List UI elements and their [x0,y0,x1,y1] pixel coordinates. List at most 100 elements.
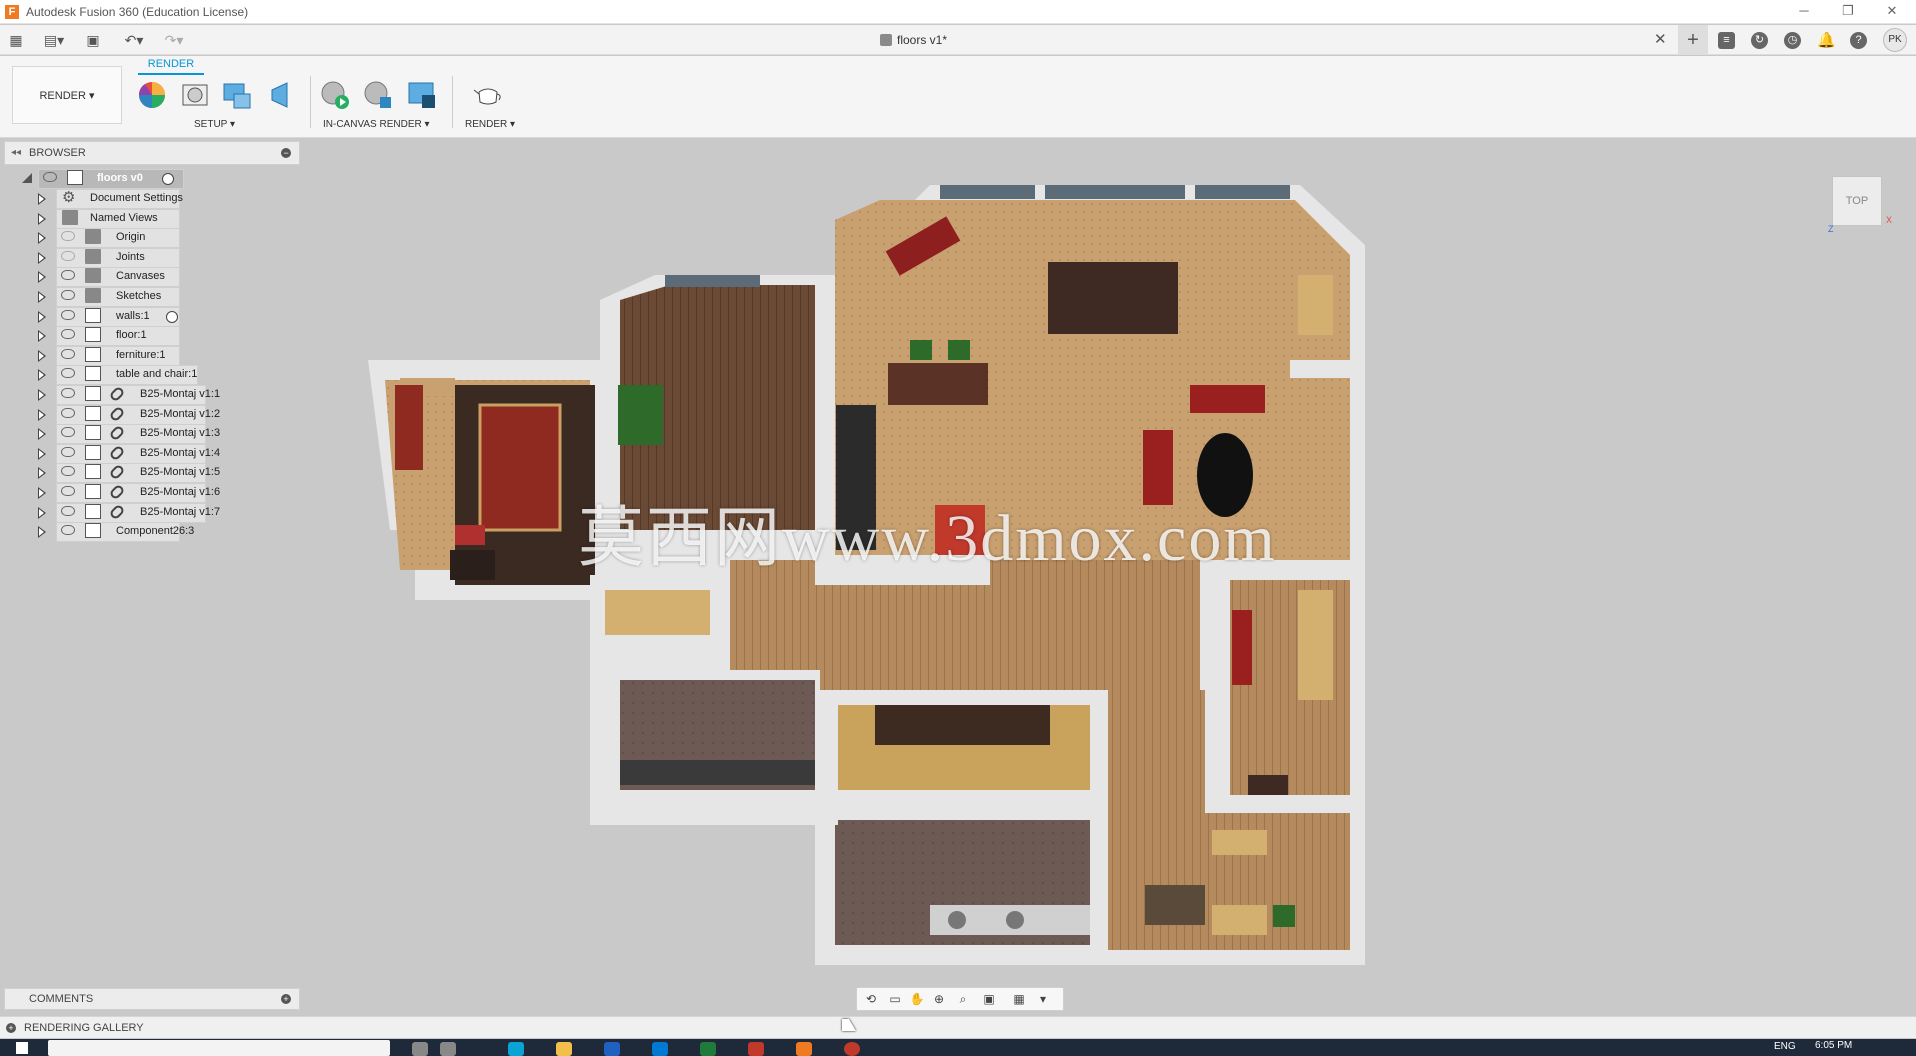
expand-triangle-icon[interactable] [38,310,46,323]
undo-icon[interactable]: ↶▾ [118,31,150,49]
visibility-eye-icon[interactable] [61,427,75,438]
rendering-gallery-bar[interactable]: + RENDERING GALLERY [0,1016,1916,1038]
task-view-icon[interactable] [412,1042,428,1056]
expand-triangle-icon[interactable] [38,232,46,245]
close-window-button[interactable]: ✕ [1870,0,1914,24]
capture-image-icon[interactable] [407,80,437,110]
expand-triangle-icon[interactable] [38,369,46,382]
texture-map-icon[interactable] [267,80,297,110]
setup-group-label[interactable]: SETUP ▾ [194,119,235,130]
save-icon[interactable]: ▣ [84,31,102,49]
zoom-icon[interactable]: ⊕ [931,992,947,1007]
visibility-eye-icon[interactable] [61,525,75,536]
taskbar-clock[interactable]: 6:05 PM [1815,1040,1852,1051]
browser-item-label: Named Views [90,211,158,224]
browser-title: BROWSER [29,147,86,159]
expand-triangle-icon[interactable] [38,271,46,284]
visibility-eye-icon[interactable] [61,290,75,300]
taskbar-app-icon[interactable] [440,1042,456,1056]
redo-icon[interactable]: ↷▾ [158,31,190,49]
help-icon[interactable]: ? [1850,32,1867,49]
decal-icon[interactable] [222,80,252,110]
file-explorer-icon[interactable] [556,1042,572,1056]
visibility-eye-icon[interactable] [61,388,75,398]
visibility-eye-icon[interactable] [61,446,75,457]
viewports-icon[interactable]: ▾ [1035,992,1051,1007]
gallery-toggle-icon[interactable]: + [6,1023,16,1033]
expand-triangle-icon[interactable] [38,193,46,205]
store-icon[interactable] [604,1042,620,1056]
expand-triangle-icon[interactable] [38,408,46,421]
expand-triangle-icon[interactable] [38,506,46,519]
expand-triangle-icon[interactable] [38,330,46,343]
expand-triangle-icon[interactable] [38,212,46,225]
browser-pin-icon[interactable]: − [281,148,291,158]
render-group-label[interactable]: RENDER ▾ [465,119,515,130]
in-canvas-render-settings-icon[interactable] [363,80,393,110]
browser-item[interactable]: Component26:3 [0,521,300,543]
data-panel-grid-icon[interactable]: ▦ [8,31,24,49]
edge-icon[interactable] [508,1042,524,1056]
expand-triangle-icon[interactable] [38,349,46,362]
job-clock-icon[interactable]: ◷ [1784,32,1801,49]
minimize-button[interactable]: ─ [1782,0,1826,24]
comments-panel[interactable]: COMMENTS + [4,988,300,1010]
language-indicator[interactable]: ENG [1774,1041,1796,1052]
in-canvas-render-group-label[interactable]: IN-CANVAS RENDER ▾ [323,119,430,130]
visibility-eye-icon[interactable] [61,309,75,320]
visibility-eye-icon[interactable] [61,407,75,418]
expand-triangle-icon[interactable] [38,251,46,264]
new-tab-button[interactable]: + [1678,25,1708,55]
in-canvas-render-start-icon[interactable] [320,80,350,110]
orbit-icon[interactable]: ⟲ [863,992,879,1007]
visibility-eye-icon[interactable] [61,250,75,261]
pan-hand-icon[interactable]: ✋ [909,992,925,1007]
job-status-icon[interactable]: ≡ [1718,32,1735,49]
visibility-eye-icon[interactable] [61,505,75,516]
browser-header[interactable]: ◂◂ BROWSER − [4,141,300,165]
user-avatar[interactable]: PK [1883,28,1907,52]
activate-radio-icon[interactable] [162,173,174,185]
expand-triangle-icon[interactable] [38,428,46,441]
appearance-icon[interactable] [137,80,167,110]
grid-settings-icon[interactable]: ▦ [1011,992,1027,1007]
add-comment-icon[interactable]: + [281,994,291,1004]
windows-start-icon[interactable] [16,1042,28,1054]
render-teapot-icon[interactable] [473,80,503,110]
browser-item-label: B25-Montaj v1:2 [140,407,221,420]
expanded-triangle-icon[interactable] [22,173,32,183]
visibility-eye-icon[interactable] [61,231,75,242]
display-settings-icon[interactable]: ▣ [981,992,997,1007]
taskbar-search-box[interactable] [48,1040,390,1056]
browser-root[interactable]: floors v0 [0,168,300,190]
activate-radio-icon[interactable] [166,310,178,323]
restore-button[interactable]: ❐ [1826,0,1870,24]
fit-icon[interactable]: ⌕ [955,992,971,1007]
expand-triangle-icon[interactable] [38,447,46,460]
taskbar-app-icon[interactable] [844,1042,860,1056]
look-at-icon[interactable]: ▭ [887,992,903,1007]
fusion-360-taskbar-icon[interactable] [796,1042,812,1056]
expand-triangle-icon[interactable] [38,526,46,539]
visibility-eye-icon[interactable] [61,486,75,496]
close-tab-icon[interactable]: ✕ [1654,30,1667,48]
visibility-eye-icon[interactable] [61,348,75,359]
expand-triangle-icon[interactable] [38,291,46,303]
view-cube[interactable]: TOP [1832,176,1882,226]
notifications-bell-icon[interactable]: 🔔 [1817,32,1836,49]
visibility-eye-icon[interactable] [43,172,57,182]
taskbar-app-icon[interactable] [748,1042,764,1056]
expand-triangle-icon[interactable] [38,389,46,401]
document-tab[interactable]: floors v1* [880,25,947,55]
workspace-switcher-button[interactable]: RENDER ▾ [12,66,122,124]
mail-icon[interactable] [652,1042,668,1056]
file-menu-icon[interactable]: ▤▾ [40,31,68,49]
excel-icon[interactable] [700,1042,716,1056]
expand-triangle-icon[interactable] [38,487,46,499]
expand-triangle-icon[interactable] [38,467,46,480]
tab-render[interactable]: RENDER [138,58,204,75]
extensions-icon[interactable]: ↻ [1751,32,1768,49]
collapse-panel-icon[interactable]: ◂◂ [11,142,21,164]
scene-settings-icon[interactable] [180,80,210,110]
visibility-eye-icon[interactable] [61,329,75,340]
